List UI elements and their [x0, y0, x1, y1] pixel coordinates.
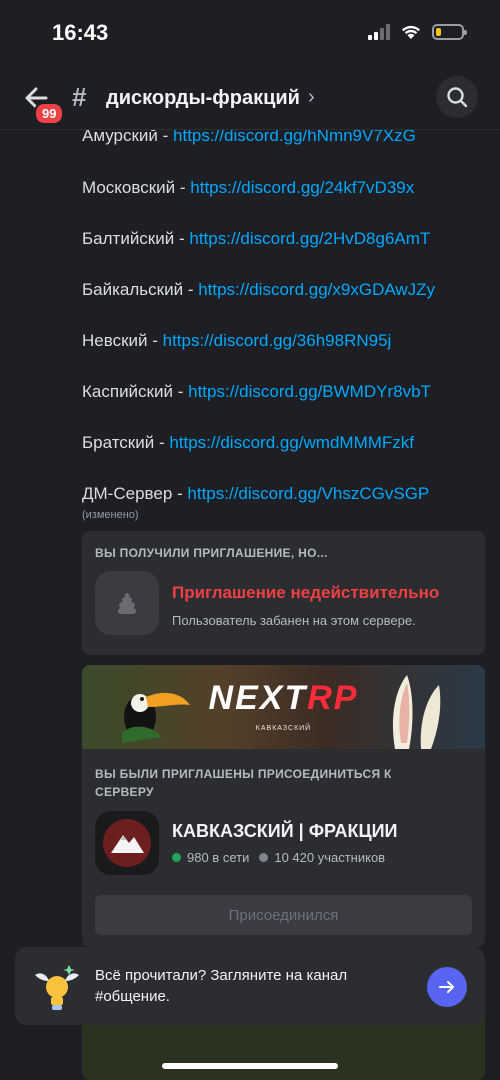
wifi-icon [402, 25, 420, 39]
channel-header: 99 # дискорды-фракций › [0, 66, 500, 130]
poop-icon [95, 571, 159, 635]
online-count: 980 в сети [187, 850, 250, 865]
cellular-signal-icon [368, 24, 390, 40]
server-banner: NEXTRP КАВКАЗСКИЙ [82, 665, 485, 749]
banner-subtitle: КАВКАЗСКИЙ [255, 725, 312, 732]
battery-icon [432, 24, 467, 40]
faction-name: Братский [82, 433, 155, 452]
chevron-right-icon[interactable]: › [308, 86, 315, 109]
edited-label: (изменено) [82, 509, 139, 521]
separator: - [175, 178, 191, 197]
message-line: Балтийский - https://discord.gg/2HvD8g6A… [82, 229, 430, 249]
faction-name: Байкальский [82, 280, 184, 299]
faction-name: Московский [82, 178, 176, 197]
read-all-prompt[interactable]: Всё прочитали? Загляните на канал #общен… [15, 947, 485, 1025]
online-dot [172, 853, 181, 862]
invite-link[interactable]: https://discord.gg/wmdMMMFzkf [169, 433, 414, 452]
arrow-right-icon [439, 981, 454, 993]
message-line: Московский - https://discord.gg/24kf7vD3… [82, 178, 414, 198]
invite-link[interactable]: https://discord.gg/x9xGDAwJZy [198, 280, 435, 299]
faction-name: Невский [82, 331, 148, 350]
message-line: Братский - https://discord.gg/wmdMMMFzkf [82, 433, 414, 453]
message-line: Каспийский - https://discord.gg/BWMDYr8v… [82, 382, 431, 402]
faction-name: Балтийский [82, 229, 175, 248]
invalid-invite-title: Приглашение недействительно [172, 583, 440, 602]
status-bar: 16:43 [0, 0, 500, 66]
nextrp-logo: NEXTRP [82, 679, 485, 718]
unread-badge: 99 [34, 102, 65, 125]
separator: - [174, 229, 190, 248]
message-list: Амурский - https://discord.gg/hNmn9V7XzG… [0, 120, 500, 1080]
invite-link[interactable]: https://discord.gg/36h98RN95j [163, 331, 392, 350]
status-time: 16:43 [52, 20, 109, 45]
separator: - [147, 331, 163, 350]
prompt-text: Всё прочитали? Загляните на канал #общен… [95, 967, 348, 1005]
winged-lightbulb-icon [35, 965, 79, 1010]
invalid-invite-card: ВЫ ПОЛУЧИЛИ ПРИГЛАШЕНИЕ, НО... Приглашен… [82, 531, 485, 655]
invalid-invite-description: Пользователь забанен на этом сервере. [172, 613, 416, 628]
search-icon [447, 87, 468, 108]
invite-link[interactable]: https://discord.gg/2HvD8g6AmT [189, 229, 430, 248]
separator: - [173, 382, 189, 401]
invite-link[interactable]: https://discord.gg/24kf7vD39x [190, 178, 414, 197]
separator: - [172, 484, 188, 503]
joined-button[interactable]: Присоединился [95, 895, 472, 935]
message-line: Невский - https://discord.gg/36h98RN95j [82, 331, 391, 351]
invite-link[interactable]: https://discord.gg/BWMDYr8vbT [188, 382, 431, 401]
mountain-logo-icon [103, 819, 151, 867]
go-to-channel-button[interactable] [427, 967, 467, 1007]
faction-name: ДМ-Сервер [82, 484, 173, 503]
separator: - [154, 433, 170, 452]
server-name: КАВКАЗСКИЙ | ФРАКЦИИ [172, 821, 398, 841]
separator: - [183, 280, 199, 299]
server-invite-card: NEXTRP КАВКАЗСКИЙ ВЫ БЫЛИ ПРИГЛАШЕНЫ ПРИ… [82, 665, 485, 947]
status-icons [368, 24, 467, 40]
members-dot [259, 853, 269, 862]
logo-main: NEXT [208, 679, 308, 717]
join-invite-heading: ВЫ БЫЛИ ПРИГЛАШЕНЫ ПРИСОЕДИНИТЬСЯ К СЕРВ… [95, 767, 392, 799]
search-button[interactable] [436, 76, 478, 118]
faction-name: Каспийский [82, 382, 173, 401]
invite-link[interactable]: https://discord.gg/VhszCGvSGP [187, 484, 429, 503]
member-count: 10 420 участников [274, 850, 386, 865]
home-indicator[interactable] [162, 1063, 338, 1069]
channel-hash-icon: # [72, 82, 87, 112]
server-icon [95, 811, 159, 875]
message-line: Байкальский - https://discord.gg/x9xGDAw… [82, 280, 435, 300]
server-stats: 980 в сети 10 420 участников [172, 850, 385, 865]
channel-title[interactable]: дискорды-фракций [106, 87, 300, 110]
logo-accent: RP [307, 679, 359, 717]
invalid-invite-heading: ВЫ ПОЛУЧИЛИ ПРИГЛАШЕНИЕ, НО... [95, 546, 328, 560]
message-line: ДМ-Сервер - https://discord.gg/VhszCGvSG… [82, 484, 429, 504]
